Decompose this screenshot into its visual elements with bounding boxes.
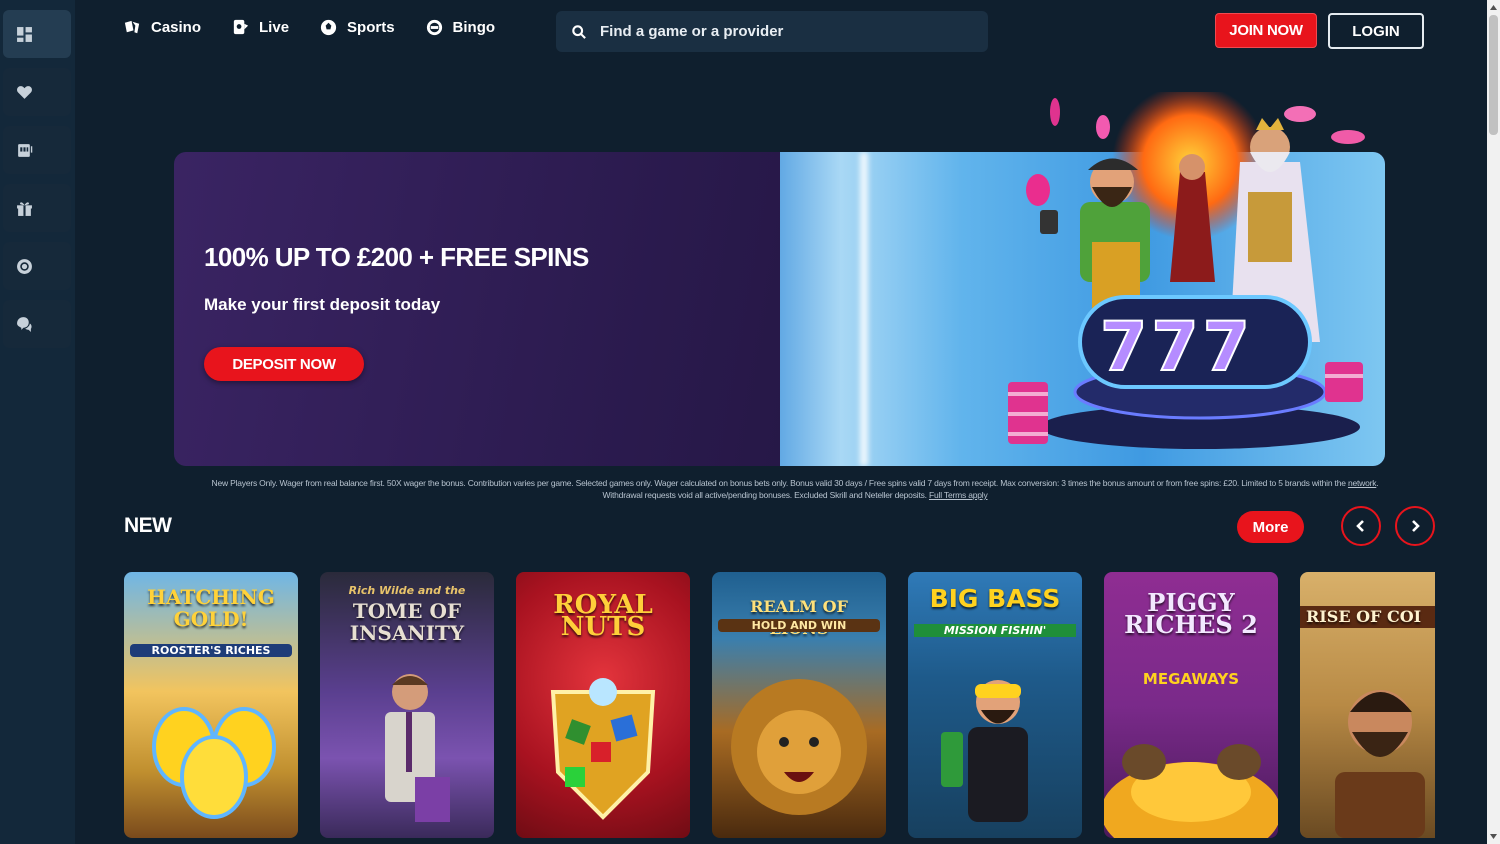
chat-support-icon: [17, 316, 32, 332]
join-now-button[interactable]: JOIN NOW: [1215, 13, 1317, 48]
sidebar-promotions-button[interactable]: [3, 184, 71, 232]
sidebar: [0, 0, 75, 844]
sidebar-slots-button[interactable]: [3, 126, 71, 174]
game-tile-rise-of-coins[interactable]: RISE OF COI: [1300, 572, 1435, 838]
game-title: TOME OF INSANITY: [349, 599, 465, 645]
game-subtitle: HOLD AND WIN: [718, 619, 880, 632]
game-title: REALM OF LIONS: [750, 597, 848, 638]
game-title: ROYAL NUTS: [553, 590, 653, 642]
chip-decor: [1096, 115, 1110, 139]
lion-art: [731, 679, 867, 815]
bearded-hero-art: [1335, 690, 1425, 838]
dashboard-icon: [17, 26, 32, 42]
carousel-next-button[interactable]: [1395, 506, 1435, 546]
games-carousel: HATCHING GOLD! ROOSTER'S RICHES Rich Wil…: [124, 572, 1435, 844]
game-title: HATCHING GOLD!: [147, 585, 275, 631]
deposit-now-button[interactable]: DEPOSIT NOW: [204, 347, 364, 381]
game-title: BIG BASS: [929, 584, 1061, 613]
chip-decor: [1331, 130, 1365, 144]
game-subtitle: ROOSTER'S RICHES: [130, 644, 292, 657]
explorer-character-art: [385, 674, 450, 822]
sidebar-support-button[interactable]: [3, 300, 71, 348]
diver-fisherman-art: [941, 680, 1028, 822]
full-terms-link[interactable]: Full Terms apply: [929, 490, 988, 500]
game-subtitle: MEGAWAYS: [1142, 670, 1240, 688]
football-icon: [320, 19, 337, 36]
chevron-right-icon: [1412, 520, 1420, 532]
terms-text: New Players Only. Wager from real balanc…: [205, 477, 1385, 501]
nav-live[interactable]: Live: [231, 18, 289, 37]
sidebar-favorites-button[interactable]: [3, 68, 71, 116]
banner-title: 100% UP TO £200 + FREE SPINS: [204, 242, 589, 272]
top-nav: Casino Live Sports Bingo: [123, 18, 525, 37]
game-title: RISE OF COI: [1300, 606, 1435, 628]
game-tile-royal-nuts[interactable]: ROYAL NUTS: [516, 572, 690, 838]
chip-decor: [1050, 98, 1060, 126]
live-dealer-icon: [233, 19, 249, 35]
section-title-new: NEW: [124, 514, 172, 537]
carousel-prev-button[interactable]: [1341, 506, 1381, 546]
nav-sports[interactable]: Sports: [319, 18, 395, 37]
nav-bingo-label: Bingo: [452, 19, 496, 36]
nav-casino-label: Casino: [151, 19, 202, 36]
more-button[interactable]: More: [1237, 511, 1304, 543]
page-scrollbar-thumb[interactable]: [1489, 15, 1498, 135]
slot-machine-icon: [18, 143, 33, 157]
heart-icon: [17, 85, 32, 99]
sidebar-dashboard-button[interactable]: [3, 10, 71, 58]
terms-body: New Players Only. Wager from real balanc…: [211, 478, 1348, 488]
cards-icon: [124, 20, 140, 34]
slot-reels-text: 777: [1100, 308, 1254, 387]
chip-stack: [1325, 362, 1363, 402]
jewel-shield-art: [550, 678, 656, 820]
scroll-down-arrow-icon[interactable]: [1488, 830, 1499, 842]
game-subtitle: MISSION FISHIN': [914, 624, 1076, 637]
sidebar-chip-button[interactable]: [3, 242, 71, 290]
game-tile-realm-of-lions[interactable]: REALM OF LIONS HOLD AND WIN: [712, 572, 886, 838]
chip-icon: [17, 258, 32, 274]
light-ray: [860, 152, 868, 466]
chevron-left-icon: [1356, 520, 1364, 532]
game-tile-hatching-gold[interactable]: HATCHING GOLD! ROOSTER'S RICHES: [124, 572, 298, 838]
bingo-icon: [426, 19, 442, 36]
login-button[interactable]: LOGIN: [1328, 13, 1424, 49]
chip-decor: [1026, 174, 1050, 206]
search-input[interactable]: [600, 23, 960, 40]
game-tile-big-bass[interactable]: BIG BASS MISSION FISHIN': [908, 572, 1082, 838]
game-tile-piggy-riches[interactable]: PIGGY RICHES 2 MEGAWAYS: [1104, 572, 1278, 838]
chip-decor: [1284, 106, 1316, 122]
game-tile-tome-of-insanity[interactable]: Rich Wilde and the TOME OF INSANITY: [320, 572, 494, 838]
nav-bingo[interactable]: Bingo: [425, 18, 496, 37]
search-bar: [556, 11, 988, 52]
terms-network-link[interactable]: network: [1348, 478, 1377, 488]
golden-eggs-art: [152, 707, 276, 819]
nav-sports-label: Sports: [347, 19, 395, 36]
banner-subtitle: Make your first deposit today: [204, 295, 441, 314]
nav-casino[interactable]: Casino: [123, 18, 201, 37]
banner-hero-illustration: 777: [1008, 92, 1365, 449]
nav-live-label: Live: [259, 19, 290, 36]
game-title: PIGGY RICHES 2: [1124, 588, 1258, 639]
gold-coins-pile-art: [1104, 744, 1278, 838]
gift-icon: [17, 201, 32, 216]
search-icon: [572, 24, 586, 39]
scroll-up-arrow-icon[interactable]: [1488, 2, 1499, 14]
game-subtitle: Rich Wilde and the: [348, 584, 466, 597]
